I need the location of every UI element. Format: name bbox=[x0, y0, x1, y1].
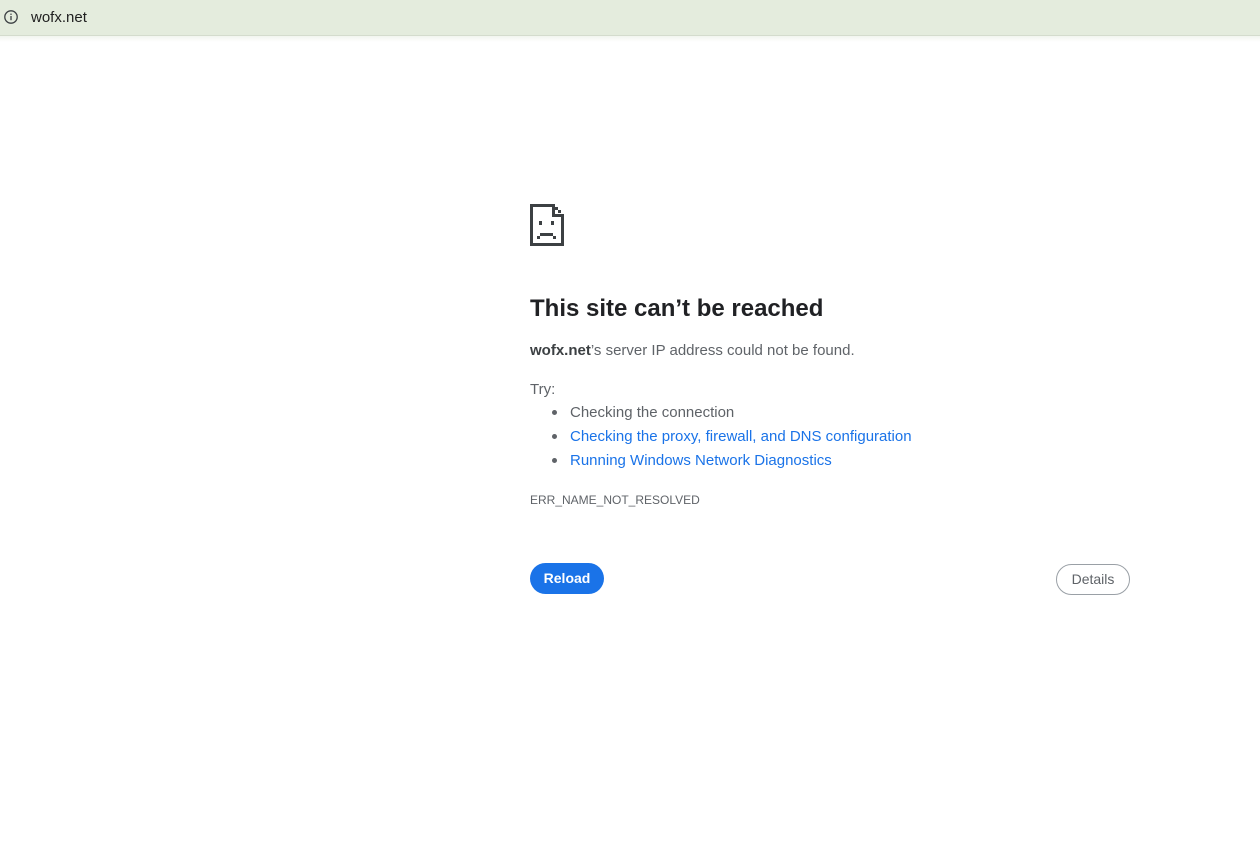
suggestion-network-diagnostics-link[interactable]: Running Windows Network Diagnostics bbox=[570, 452, 832, 469]
suggestion-proxy-firewall-dns-link[interactable]: Checking the proxy, firewall, and DNS co… bbox=[570, 428, 912, 445]
page-title: This site can’t be reached bbox=[530, 295, 824, 322]
reload-button[interactable]: Reload bbox=[530, 563, 604, 594]
list-item: Running Windows Network Diagnostics bbox=[530, 452, 912, 476]
address-bar-divider bbox=[0, 36, 1260, 42]
bullet-icon bbox=[552, 410, 557, 415]
address-bar[interactable]: wofx.net bbox=[0, 0, 1260, 36]
error-summary: wofx.net’s server IP address could not b… bbox=[530, 342, 855, 360]
bullet-icon bbox=[552, 434, 557, 439]
try-label: Try: bbox=[530, 381, 556, 398]
bullet-icon bbox=[552, 458, 557, 463]
info-circle-icon[interactable] bbox=[3, 9, 19, 25]
url-text[interactable]: wofx.net bbox=[31, 9, 87, 27]
list-item: Checking the connection bbox=[530, 404, 912, 428]
error-message: ’s server IP address could not be found. bbox=[590, 342, 855, 359]
error-domain: wofx.net bbox=[530, 342, 591, 359]
sad-document-icon bbox=[530, 204, 564, 246]
suggestions-list: Checking the connection Checking the pro… bbox=[530, 404, 912, 476]
details-button[interactable]: Details bbox=[1056, 564, 1130, 595]
suggestion-check-connection: Checking the connection bbox=[570, 404, 735, 421]
list-item: Checking the proxy, firewall, and DNS co… bbox=[530, 428, 912, 452]
error-code: ERR_NAME_NOT_RESOLVED bbox=[530, 493, 700, 507]
